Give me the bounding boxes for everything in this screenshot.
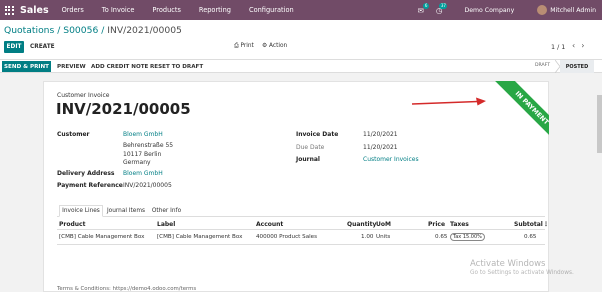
gear-icon: ⚙ (262, 43, 270, 49)
tax-badge: Tax 15.00% (450, 233, 485, 241)
payment-reference-label: Payment Reference (57, 182, 123, 189)
action-label: Action (269, 43, 288, 49)
action-dropdown[interactable]: ⚙ Action (262, 43, 287, 49)
terms-conditions: Terms & Conditions: https://demo4.odoo.c… (57, 286, 197, 292)
pager-next-button[interactable]: › (581, 41, 590, 50)
annotation-arrow-icon (411, 97, 486, 106)
clock-icon[interactable]: ◷ 37 (436, 2, 448, 15)
payment-reference-value: INV/2021/00005 (123, 182, 172, 189)
row-subtotal[interactable]: 0.65 (524, 234, 536, 240)
pager-previous-button[interactable]: ‹ (572, 41, 581, 50)
breadcrumb-separator: / (54, 25, 64, 36)
company-switcher[interactable]: Demo Company (464, 7, 514, 14)
status-bar: SEND & PRINT PREVIEW ADD CREDIT NOTE RES… (0, 59, 602, 73)
print-dropdown[interactable]: ⎙ Print (234, 43, 254, 50)
chat-badge: 6 (423, 2, 429, 9)
row-label[interactable]: [CMB] Cable Management Box (157, 234, 242, 240)
activate-windows-title: Activate Windows (470, 259, 546, 269)
column-account[interactable]: Account (256, 221, 283, 228)
activate-windows-subtitle: Go to Settings to activate Windows. (470, 270, 574, 276)
top-navbar: Sales Orders To Invoice Products Reporti… (0, 0, 602, 20)
column-quantity[interactable]: Quantity (347, 221, 376, 228)
breadcrumb: Quotations / S00056 / INV/2021/00005 (4, 25, 182, 36)
user-menu[interactable]: Mitchell Admin (550, 7, 596, 14)
column-label[interactable]: Label (157, 221, 175, 228)
print-label: Print (240, 43, 254, 49)
stage-posted: POSTED (560, 60, 594, 73)
row-uom[interactable]: Units (376, 234, 390, 240)
column-price[interactable]: Price (428, 221, 445, 228)
delivery-address-label: Delivery Address (57, 170, 115, 177)
stage-draft: DRAFT (535, 63, 551, 68)
reset-to-draft-button[interactable]: RESET TO DRAFT (150, 61, 203, 72)
column-settings-icon[interactable]: ⋮ (543, 221, 549, 228)
app-brand[interactable]: Sales (20, 5, 49, 16)
customer-link[interactable]: Bloem GmbH (123, 131, 163, 138)
row-quantity[interactable]: 1.00 (361, 234, 373, 240)
journal-label: Journal (296, 156, 320, 163)
main-menu: Orders To Invoice Products Reporting Con… (62, 6, 312, 14)
column-uom[interactable]: UoM (376, 221, 391, 228)
apps-grid-icon[interactable] (3, 4, 15, 16)
tab-other-info[interactable]: Other Info (149, 205, 184, 217)
menu-orders[interactable]: Orders (62, 6, 84, 14)
row-taxes[interactable]: Tax 15.00% (450, 233, 485, 241)
chat-icon[interactable]: ✉ 6 (418, 2, 429, 15)
ribbon-label: IN PAYMENT (491, 81, 549, 143)
menu-reporting[interactable]: Reporting (199, 6, 231, 14)
row-account[interactable]: 400000 Product Sales (256, 234, 317, 240)
menu-products[interactable]: Products (152, 6, 180, 14)
table-header-divider (57, 229, 545, 230)
scrollbar-thumb[interactable] (597, 95, 602, 153)
address-line-1: Behrenstraße 55 (123, 142, 174, 149)
breadcrumb-order[interactable]: S00056 (63, 25, 98, 36)
pager-arrows: ‹› (572, 41, 590, 50)
column-subtotal[interactable]: Subtotal (514, 221, 543, 228)
create-button[interactable]: CREATE (30, 41, 55, 53)
preview-button[interactable]: PREVIEW (57, 61, 86, 72)
delivery-address-link[interactable]: Bloem GmbH (123, 170, 163, 177)
menu-configuration[interactable]: Configuration (249, 6, 294, 14)
row-price[interactable]: 0.65 (435, 234, 447, 240)
journal-link[interactable]: Customer Invoices (363, 156, 419, 163)
notebook-tabs: Invoice Lines Journal Items Other Info (57, 205, 545, 217)
customer-label: Customer (57, 131, 90, 138)
invoice-type-label: Customer Invoice (57, 92, 110, 99)
column-taxes[interactable]: Taxes (450, 221, 469, 228)
menu-to-invoice[interactable]: To Invoice (102, 6, 135, 14)
payment-ribbon: IN PAYMENT (470, 81, 549, 143)
address-line-3: Germany (123, 159, 151, 166)
invoice-number: INV/2021/00005 (56, 100, 191, 118)
send-print-button[interactable]: SEND & PRINT (2, 61, 51, 72)
invoice-date-label: Invoice Date (296, 131, 339, 138)
avatar[interactable] (537, 5, 548, 15)
tab-invoice-lines[interactable]: Invoice Lines (59, 205, 103, 217)
pager-value[interactable]: 1 / 1 (551, 43, 565, 51)
due-date-label: Due Date (296, 144, 325, 151)
activity-badge: 37 (439, 2, 448, 9)
table-row-divider (57, 244, 545, 245)
due-date-value: 11/20/2021 (363, 144, 398, 151)
invoice-date-value: 11/20/2021 (363, 131, 398, 138)
breadcrumb-separator: / (98, 25, 108, 36)
add-credit-note-button[interactable]: ADD CREDIT NOTE (91, 61, 148, 72)
breadcrumb-current: INV/2021/00005 (107, 25, 182, 36)
navbar-systray: ✉ 6 ◷ 37 Demo Company Mitchell Admin (406, 0, 596, 20)
row-product[interactable]: [CMB] Cable Management Box (59, 234, 144, 240)
column-product[interactable]: Product (59, 221, 85, 228)
edit-button[interactable]: EDIT (4, 41, 24, 53)
breadcrumb-quotations[interactable]: Quotations (4, 25, 54, 36)
tab-journal-items[interactable]: Journal Items (105, 205, 147, 217)
address-line-2: 10117 Berlin (123, 151, 162, 158)
